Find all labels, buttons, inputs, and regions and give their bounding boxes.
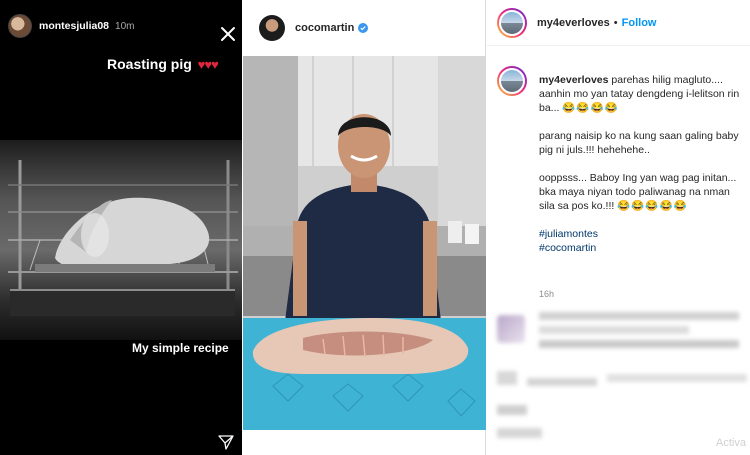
post: cocomartin bbox=[243, 0, 486, 455]
laughing-emoji-icon: 😂😂😂😂😂 bbox=[617, 200, 688, 212]
story-image bbox=[0, 140, 242, 340]
avatar[interactable] bbox=[8, 14, 32, 38]
story-time: 10m bbox=[115, 20, 135, 32]
hashtag-list: #juliamontes #cocomartin bbox=[539, 227, 745, 255]
story-caption-bottom: My simple recipe bbox=[132, 341, 229, 355]
post-image[interactable] bbox=[243, 56, 486, 430]
story-viewer: montesjulia08 10m Roasting pig ♥♥♥ My si… bbox=[0, 0, 242, 455]
post-username[interactable]: cocomartin bbox=[295, 22, 354, 34]
blurred-comment bbox=[607, 374, 747, 382]
follow-button[interactable]: Follow bbox=[622, 17, 657, 29]
story-caption-top: Roasting pig ♥♥♥ bbox=[107, 56, 219, 72]
story-caption-text: Roasting pig bbox=[107, 56, 192, 72]
hashtag-link[interactable]: #cocomartin bbox=[539, 241, 745, 255]
avatar[interactable] bbox=[497, 66, 527, 96]
avatar[interactable] bbox=[497, 7, 527, 38]
caption-text: parang naisip ko na kung saan galing bab… bbox=[539, 130, 739, 156]
panel-header: my4everloves • Follow bbox=[487, 0, 750, 46]
laughing-emoji-icon: 😂😂😂😂 bbox=[562, 102, 619, 114]
post-header: cocomartin bbox=[243, 0, 486, 56]
hashtag-link[interactable]: #juliamontes bbox=[539, 227, 745, 241]
blurred-comment bbox=[539, 312, 739, 320]
blurred-comment bbox=[539, 340, 739, 348]
blurred-comment bbox=[539, 326, 689, 334]
blurred-comment bbox=[497, 405, 527, 415]
avatar[interactable] bbox=[259, 15, 285, 41]
panel-username[interactable]: my4everloves bbox=[537, 17, 610, 29]
close-icon[interactable] bbox=[220, 26, 236, 42]
watermark-text: Activa bbox=[716, 437, 746, 449]
heart-icon: ♥♥♥ bbox=[197, 57, 219, 72]
separator-dot: • bbox=[613, 16, 618, 29]
caption-body: my4everloves parehas hilig magluto.... a… bbox=[539, 73, 745, 255]
comments-panel: my4everloves • Follow my4everloves pareh… bbox=[487, 0, 750, 455]
blurred-comment bbox=[527, 378, 597, 386]
story-header: montesjulia08 10m bbox=[0, 0, 242, 52]
caption-username[interactable]: my4everloves bbox=[539, 74, 608, 86]
verified-badge-icon bbox=[358, 23, 369, 33]
post-timestamp: 16h bbox=[539, 289, 555, 299]
blurred-avatar bbox=[497, 315, 525, 343]
blurred-comment bbox=[497, 371, 517, 385]
blurred-comment bbox=[497, 428, 542, 438]
story-username[interactable]: montesjulia08 bbox=[39, 20, 109, 32]
send-icon[interactable] bbox=[218, 434, 234, 450]
